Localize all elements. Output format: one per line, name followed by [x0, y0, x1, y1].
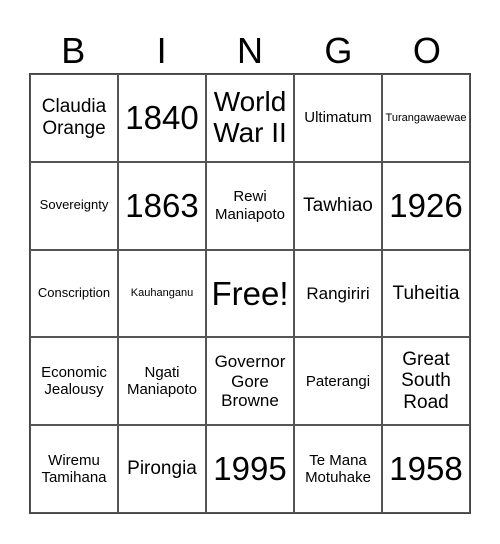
bingo-cell[interactable]: World War II: [206, 74, 294, 162]
header-letter-o: O: [412, 30, 441, 71]
bingo-cell[interactable]: Ngati Maniapoto: [118, 337, 206, 426]
bingo-cell[interactable]: Tuheitia: [382, 249, 470, 338]
bingo-cell[interactable]: Te Mana Motuhake: [294, 425, 382, 513]
bingo-cell[interactable]: Wiremu Tamihana: [30, 425, 118, 513]
bingo-cell[interactable]: 1863: [118, 161, 206, 250]
header-letter-i: I: [156, 30, 167, 71]
bingo-cell[interactable]: Kauhanganu: [118, 249, 206, 338]
bingo-cell[interactable]: Rangiriri: [294, 249, 382, 338]
bingo-cell[interactable]: Economic Jealousy: [30, 337, 118, 426]
bingo-cell[interactable]: Conscription: [30, 249, 118, 338]
bingo-cell[interactable]: Great South Road: [382, 337, 470, 426]
bingo-cell[interactable]: Rewi Maniapoto: [206, 161, 294, 250]
header-letter-g: G: [324, 30, 353, 71]
bingo-cell[interactable]: 1840: [118, 74, 206, 162]
bingo-card: Claudia Orange 1840 World War II Ultimat…: [29, 73, 471, 514]
bingo-cell[interactable]: 1926: [382, 161, 470, 250]
bingo-cell[interactable]: Claudia Orange: [30, 74, 118, 162]
bingo-cell[interactable]: 1995: [206, 425, 294, 513]
free-space-cell[interactable]: Free!: [206, 249, 294, 338]
bingo-cell[interactable]: Pirongia: [118, 425, 206, 513]
bingo-cell[interactable]: Sovereignty: [30, 161, 118, 250]
bingo-cell[interactable]: Governor Gore Browne: [206, 337, 294, 426]
bingo-cell[interactable]: 1958: [382, 425, 470, 513]
header-letter-b: B: [61, 30, 86, 71]
header-letter-n: N: [237, 30, 264, 71]
bingo-header: B I N G O: [29, 30, 471, 72]
bingo-cell[interactable]: Paterangi: [294, 337, 382, 426]
bingo-cell[interactable]: Ultimatum: [294, 74, 382, 162]
bingo-cell[interactable]: Turangawaewae: [382, 74, 470, 162]
bingo-cell[interactable]: Tawhiao: [294, 161, 382, 250]
